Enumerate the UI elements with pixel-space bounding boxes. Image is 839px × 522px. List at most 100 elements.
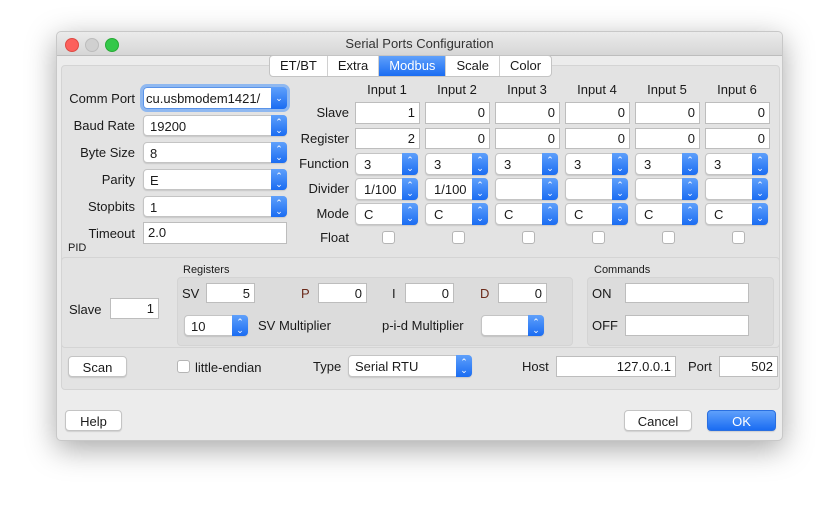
tab-extra[interactable]: Extra — [328, 56, 380, 76]
commands-label: Commands — [594, 264, 651, 276]
pid-multiplier-label: p-i-d Multiplier — [382, 318, 464, 333]
off-command-input[interactable] — [625, 315, 749, 336]
timeout-label: Timeout — [88, 226, 135, 241]
d-input[interactable]: 0 — [498, 283, 547, 303]
mode-select[interactable]: C ⌃ ⌄ — [355, 203, 418, 225]
updown-arrows-icon: ⌃ ⌄ — [682, 178, 698, 200]
mode-value: C — [714, 207, 724, 222]
tab-et-bt[interactable]: ET/BT — [270, 56, 328, 76]
updown-arrows-icon: ⌃ ⌄ — [752, 153, 768, 175]
register-input[interactable]: 0 — [565, 128, 630, 149]
mode-select[interactable]: C ⌃ ⌄ — [495, 203, 558, 225]
row-label-divider: Divider — [308, 181, 349, 196]
p-input[interactable]: 0 — [318, 283, 367, 303]
function-select[interactable]: 3 ⌃ ⌄ — [565, 153, 628, 175]
slave-input[interactable]: 0 — [425, 102, 490, 124]
type-label: Type — [313, 359, 342, 374]
help-button[interactable]: Help — [65, 410, 122, 431]
port-input[interactable]: 502 — [719, 356, 778, 377]
tab-modbus[interactable]: Modbus — [379, 56, 447, 76]
float-checkbox[interactable] — [382, 231, 395, 244]
comm-port-label: Comm Port — [69, 91, 135, 106]
port-label: Port — [688, 359, 712, 374]
slave-input[interactable]: 0 — [495, 102, 560, 124]
float-checkbox[interactable] — [662, 231, 675, 244]
pid-slave-input[interactable]: 1 — [110, 298, 159, 319]
float-checkbox[interactable] — [592, 231, 605, 244]
input-header: Input 2 — [437, 82, 477, 97]
function-select[interactable]: 3 ⌃ ⌄ — [355, 153, 418, 175]
function-select[interactable]: 3 ⌃ ⌄ — [635, 153, 698, 175]
float-checkbox[interactable] — [732, 231, 745, 244]
input-header: Input 5 — [647, 82, 687, 97]
register-input[interactable]: 0 — [705, 128, 770, 149]
slave-input[interactable]: 1 — [355, 102, 420, 124]
updown-arrows-icon: ⌃ ⌄ — [542, 203, 558, 225]
sv-input[interactable]: 5 — [206, 283, 255, 303]
updown-arrows-icon: ⌃ ⌄ — [232, 315, 248, 336]
tab-scale[interactable]: Scale — [446, 56, 500, 76]
divider-value: 1/100 — [364, 182, 397, 197]
divider-select[interactable]: 1/100 ⌃ ⌄ — [425, 178, 488, 200]
sv-multiplier-select[interactable]: 10 ⌃ ⌄ — [184, 315, 248, 336]
off-label: OFF — [592, 318, 618, 333]
updown-arrows-icon: ⌃ ⌄ — [402, 178, 418, 200]
slave-input[interactable]: 0 — [705, 102, 770, 124]
pid-multiplier-select[interactable]: ⌃ ⌄ — [481, 315, 544, 336]
row-label-register: Register — [300, 131, 349, 146]
d-label: D — [480, 286, 490, 301]
mode-value: C — [364, 207, 374, 222]
mode-select[interactable]: C ⌃ ⌄ — [705, 203, 768, 225]
register-input[interactable]: 0 — [495, 128, 560, 149]
mode-select[interactable]: C ⌃ ⌄ — [565, 203, 628, 225]
input-header: Input 3 — [507, 82, 547, 97]
input-header: Input 1 — [367, 82, 407, 97]
type-select[interactable]: Serial RTU ⌃ ⌄ — [348, 355, 472, 377]
register-input[interactable]: 0 — [425, 128, 490, 149]
scan-button[interactable]: Scan — [68, 356, 127, 377]
function-value: 3 — [434, 157, 442, 172]
on-command-input[interactable] — [625, 283, 749, 303]
byte-size-value: 8 — [150, 146, 158, 161]
host-input[interactable]: 127.0.0.1 — [556, 356, 676, 377]
host-label: Host — [522, 359, 549, 374]
updown-arrows-icon: ⌃ ⌄ — [402, 153, 418, 175]
mode-value: C — [434, 207, 444, 222]
cancel-button[interactable]: Cancel — [624, 410, 692, 431]
float-checkbox[interactable] — [522, 231, 535, 244]
mode-value: C — [504, 207, 514, 222]
divider-select[interactable]: ⌃ ⌄ — [495, 178, 558, 200]
function-value: 3 — [574, 157, 582, 172]
updown-arrows-icon: ⌃ ⌄ — [612, 178, 628, 200]
function-select[interactable]: 3 ⌃ ⌄ — [425, 153, 488, 175]
divider-select[interactable]: ⌃ ⌄ — [705, 178, 768, 200]
slave-input[interactable]: 0 — [635, 102, 700, 124]
register-input[interactable]: 0 — [635, 128, 700, 149]
mode-select[interactable]: C ⌃ ⌄ — [425, 203, 488, 225]
title-bar: Serial Ports Configuration — [57, 32, 782, 56]
mode-value: C — [644, 207, 654, 222]
updown-arrows-icon: ⌃ ⌄ — [472, 178, 488, 200]
updown-arrows-icon: ⌃ ⌄ — [682, 203, 698, 225]
comm-port-value: /cu.usbmodem1421 — [146, 91, 261, 106]
slave-input[interactable]: 0 — [565, 102, 630, 124]
divider-select[interactable]: 1/100 ⌃ ⌄ — [355, 178, 418, 200]
ok-button[interactable]: OK — [707, 410, 776, 431]
function-select[interactable]: 3 ⌃ ⌄ — [495, 153, 558, 175]
i-input[interactable]: 0 — [405, 283, 454, 303]
float-checkbox[interactable] — [452, 231, 465, 244]
dialog-window: Serial Ports Configuration ET/BT Extra M… — [56, 31, 783, 441]
little-endian-checkbox[interactable] — [177, 360, 190, 373]
tab-bar: ET/BT Extra Modbus Scale Color — [269, 55, 553, 77]
divider-select[interactable]: ⌃ ⌄ — [635, 178, 698, 200]
function-select[interactable]: 3 ⌃ ⌄ — [705, 153, 768, 175]
divider-select[interactable]: ⌃ ⌄ — [565, 178, 628, 200]
register-input[interactable]: 2 — [355, 128, 420, 149]
mode-select[interactable]: C ⌃ ⌄ — [635, 203, 698, 225]
input-header: Input 6 — [717, 82, 757, 97]
tab-color[interactable]: Color — [500, 56, 551, 76]
row-label-function: Function — [299, 156, 349, 171]
type-value: Serial RTU — [355, 359, 419, 374]
updown-arrows-icon: ⌃ ⌄ — [402, 203, 418, 225]
window-title: Serial Ports Configuration — [345, 36, 494, 51]
